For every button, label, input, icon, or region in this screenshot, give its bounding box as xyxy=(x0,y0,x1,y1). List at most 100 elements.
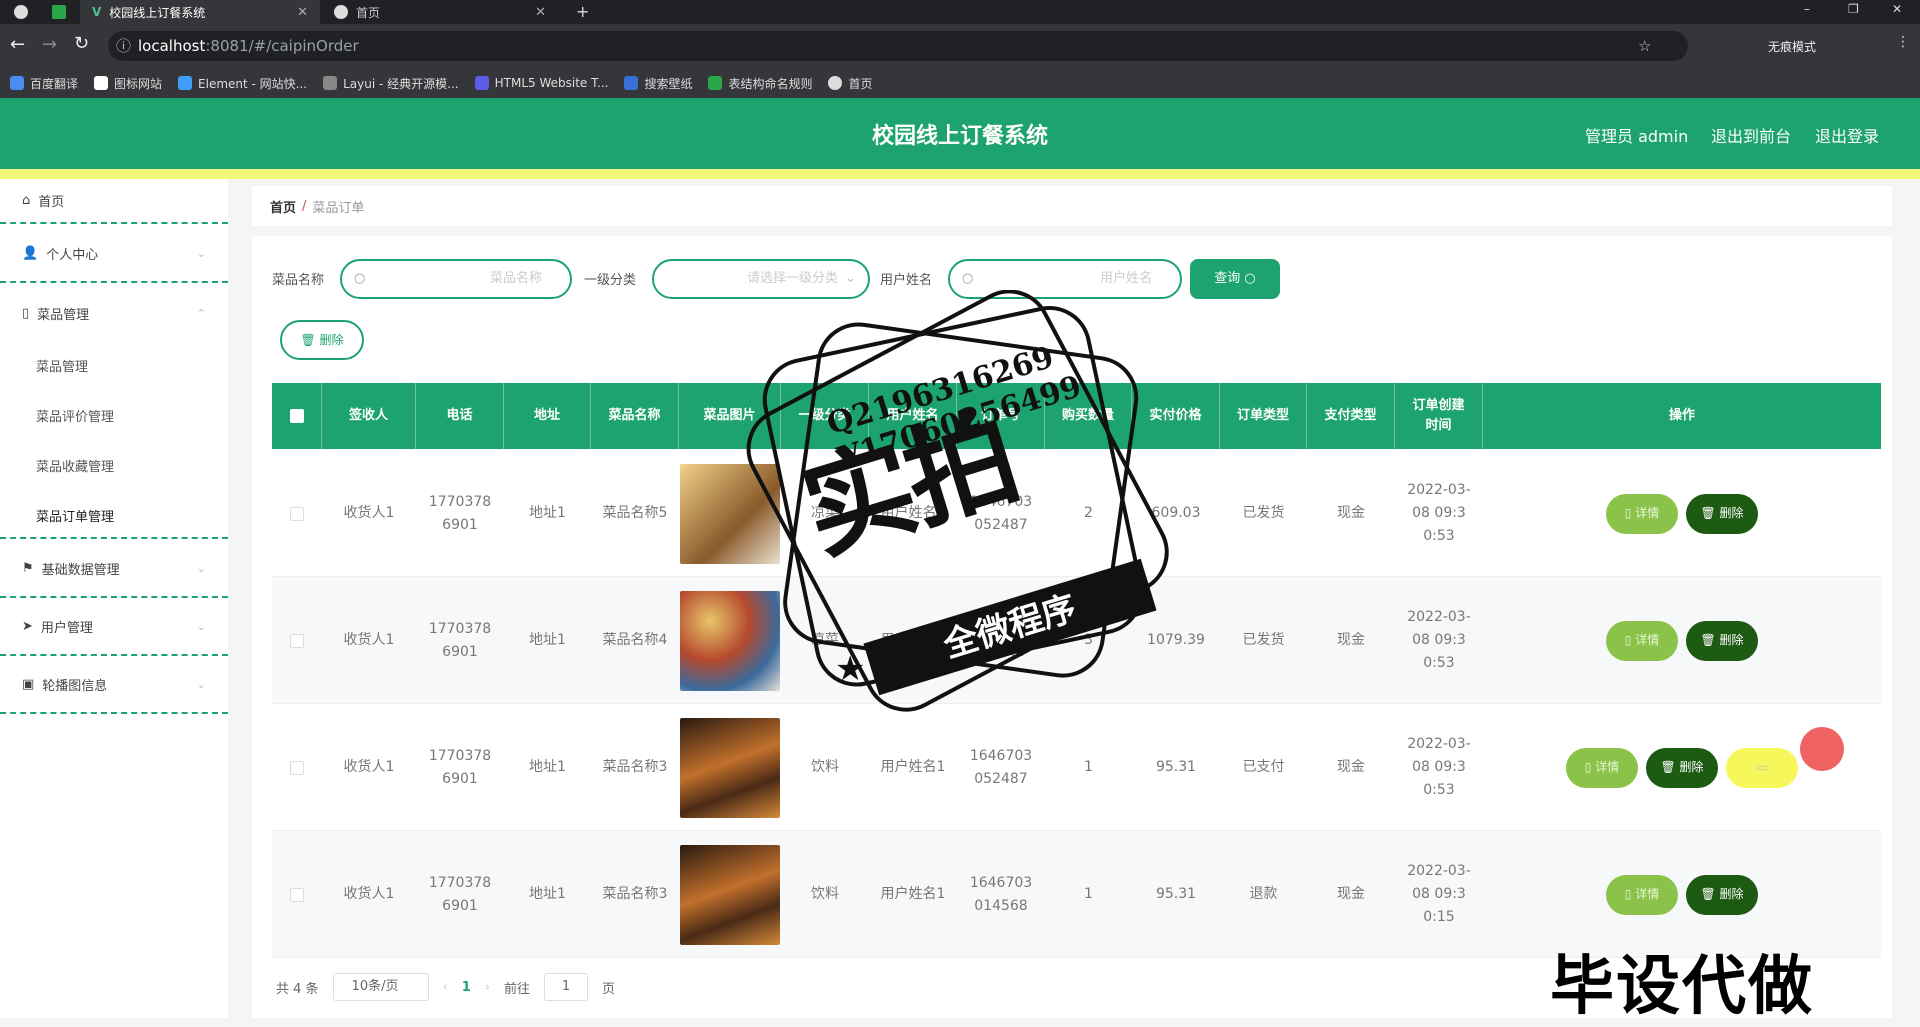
tab-close-icon[interactable]: ✕ xyxy=(535,5,546,20)
sidebar-item-users[interactable]: ➤ 用户管理 ⌄ xyxy=(0,599,228,656)
detail-button[interactable]: ▯ 详情 xyxy=(1606,874,1678,915)
mouse-cursor-highlight xyxy=(1800,727,1844,771)
dish-image[interactable] xyxy=(680,717,780,818)
url-input[interactable]: ⓘ localhost:8081/#/caipinOrder ☆ xyxy=(108,31,1688,61)
select-all-checkbox[interactable] xyxy=(272,383,322,449)
total-count: 共 4 条 xyxy=(276,981,319,997)
prev-page-icon[interactable]: ‹ xyxy=(443,980,448,995)
query-button[interactable]: 查询 ○ xyxy=(1190,259,1280,299)
dish-name-label: 菜品名称 xyxy=(272,273,325,288)
doc-icon: ▯ xyxy=(1624,506,1632,520)
extra-action-button[interactable]: ▭ xyxy=(1726,747,1798,788)
detail-button[interactable]: ▯ 详情 xyxy=(1566,747,1638,788)
sidebar-sub-review[interactable]: 菜品评价管理 xyxy=(36,406,114,425)
star-icon: ★ xyxy=(835,649,865,689)
dish-name-input[interactable]: ○ 菜品名称 xyxy=(340,259,572,299)
cell-dish: 菜品名称3 xyxy=(602,759,668,775)
delete-button[interactable]: 🗑 删除 xyxy=(1646,747,1718,788)
cell-qty: 1 xyxy=(1084,886,1093,902)
bookmark-item[interactable]: 图标网站 xyxy=(94,75,162,92)
sidebar-item-carousel[interactable]: ▣ 轮播图信息 ⌄ xyxy=(0,657,228,714)
breadcrumb-current: 菜品订单 xyxy=(312,200,365,216)
col-pay-type: 支付类型 xyxy=(1307,383,1395,449)
restore-icon[interactable]: ❐ xyxy=(1848,2,1859,16)
row-checkbox[interactable] xyxy=(290,760,304,775)
address-bar: ← → ↻ ⓘ localhost:8081/#/caipinOrder ☆ 无… xyxy=(0,24,1920,68)
tab-campus-order[interactable]: V 校园线上订餐系统 ✕ xyxy=(80,0,320,24)
page-suffix: 页 xyxy=(602,981,616,997)
sidebar-item-home[interactable]: ⌂ 首页 xyxy=(0,179,228,224)
more-menu-icon[interactable]: ⋮ xyxy=(1896,34,1910,50)
cell-order-no: 1646703014568 xyxy=(969,874,1033,914)
detail-button[interactable]: ▯ 详情 xyxy=(1606,620,1678,661)
row-checkbox[interactable] xyxy=(290,506,304,521)
bookmark-item[interactable]: Element - 网站快... xyxy=(178,75,307,92)
sidebar-item-dish-mgmt[interactable]: ▯ 菜品管理 ⌃ xyxy=(0,285,228,342)
bookmark-item[interactable]: 搜索壁纸 xyxy=(624,75,692,92)
trash-icon: 🗑 xyxy=(300,333,316,347)
cell-address: 地址1 xyxy=(529,759,566,775)
row-checkbox[interactable] xyxy=(290,633,304,648)
col-receiver: 签收人 xyxy=(322,383,416,449)
col-phone: 电话 xyxy=(416,383,504,449)
delete-button[interactable]: 🗑 删除 xyxy=(1686,493,1758,534)
bookmark-item[interactable]: 百度翻译 xyxy=(10,75,78,92)
chevron-down-icon: ⌄ xyxy=(196,562,206,575)
star-icon[interactable]: ☆ xyxy=(1638,31,1651,61)
cell-pay-type: 现金 xyxy=(1337,632,1365,648)
watermark-corner-text: 毕设代做 xyxy=(1550,950,1814,1024)
bookmark-item[interactable]: 首页 xyxy=(828,75,873,92)
sidebar-item-basic-data[interactable]: ⚑ 基础数据管理 ⌄ xyxy=(0,541,228,598)
minimize-icon[interactable]: – xyxy=(1804,2,1810,16)
cell-price: 95.31 xyxy=(1155,759,1197,775)
logout-link[interactable]: 退出登录 xyxy=(1815,123,1879,147)
cell-category: 饮料 xyxy=(811,759,839,775)
sidebar-sub-dish[interactable]: 菜品管理 xyxy=(36,356,88,375)
browser-tab-bar: V 校园线上订餐系统 ✕ 首页 ✕ + – ❐ ✕ xyxy=(0,0,1920,24)
cell-dish: 菜品名称4 xyxy=(602,632,668,648)
close-window-icon[interactable]: ✕ xyxy=(1892,2,1902,16)
bookmark-item[interactable]: HTML5 Website T... xyxy=(474,76,608,90)
send-icon: ➤ xyxy=(22,619,33,634)
page-size-select[interactable]: 10条/页 xyxy=(332,973,429,1001)
back-icon[interactable]: ← xyxy=(10,34,25,55)
breadcrumb-home[interactable]: 首页 xyxy=(270,197,296,216)
row-checkbox[interactable] xyxy=(290,887,304,902)
sidebar-item-personal[interactable]: 👤 个人中心 ⌄ xyxy=(0,226,228,283)
current-page[interactable]: 1 xyxy=(462,980,471,995)
bookmark-item[interactable]: 表结构命名规则 xyxy=(708,75,812,92)
tab-close-icon[interactable]: ✕ xyxy=(297,5,308,20)
browser-logo-icon xyxy=(14,5,28,19)
chevron-up-icon: ⌃ xyxy=(196,307,206,320)
dish-image[interactable] xyxy=(680,844,780,945)
cell-created: 2022-03-08 09:30:53 xyxy=(1407,609,1471,671)
forward-icon[interactable]: → xyxy=(42,34,57,55)
sidebar-sub-favorite[interactable]: 菜品收藏管理 xyxy=(36,456,114,475)
detail-button[interactable]: ▯ 详情 xyxy=(1606,493,1678,534)
goto-page-input[interactable]: 1 xyxy=(544,973,589,1001)
col-created: 订单创建时间 xyxy=(1395,383,1483,449)
info-icon: ⓘ xyxy=(116,37,132,55)
batch-delete-button[interactable]: 🗑 删除 xyxy=(280,320,364,360)
cell-user: 用户姓名1 xyxy=(880,886,946,902)
trash-icon: ▣ xyxy=(22,677,35,692)
new-tab-button[interactable]: + xyxy=(576,2,589,21)
tab-home[interactable]: 首页 ✕ xyxy=(322,0,558,24)
delete-button[interactable]: 🗑 删除 xyxy=(1686,620,1758,661)
admin-label[interactable]: 管理员 admin xyxy=(1585,123,1688,147)
next-page-icon[interactable]: › xyxy=(485,980,490,995)
cell-receiver: 收货人1 xyxy=(343,886,395,902)
to-front-link[interactable]: 退出到前台 xyxy=(1711,123,1791,147)
incognito-label[interactable]: 无痕模式 xyxy=(1768,38,1816,55)
cell-pay-type: 现金 xyxy=(1337,759,1365,775)
reload-icon[interactable]: ↻ xyxy=(74,33,89,54)
bookmark-item[interactable]: Layui - 经典开源模... xyxy=(323,75,459,92)
sidebar-sub-order[interactable]: 菜品订单管理 xyxy=(36,506,114,525)
delete-button[interactable]: 🗑 删除 xyxy=(1686,874,1758,915)
flag-icon: ⚑ xyxy=(22,561,34,576)
cell-phone: 17703786901 xyxy=(428,493,492,533)
doc-icon: ▯ xyxy=(1624,633,1632,647)
cell-dish: 菜品名称3 xyxy=(602,886,668,902)
globe-icon xyxy=(828,76,843,90)
flag-icon xyxy=(94,76,109,90)
